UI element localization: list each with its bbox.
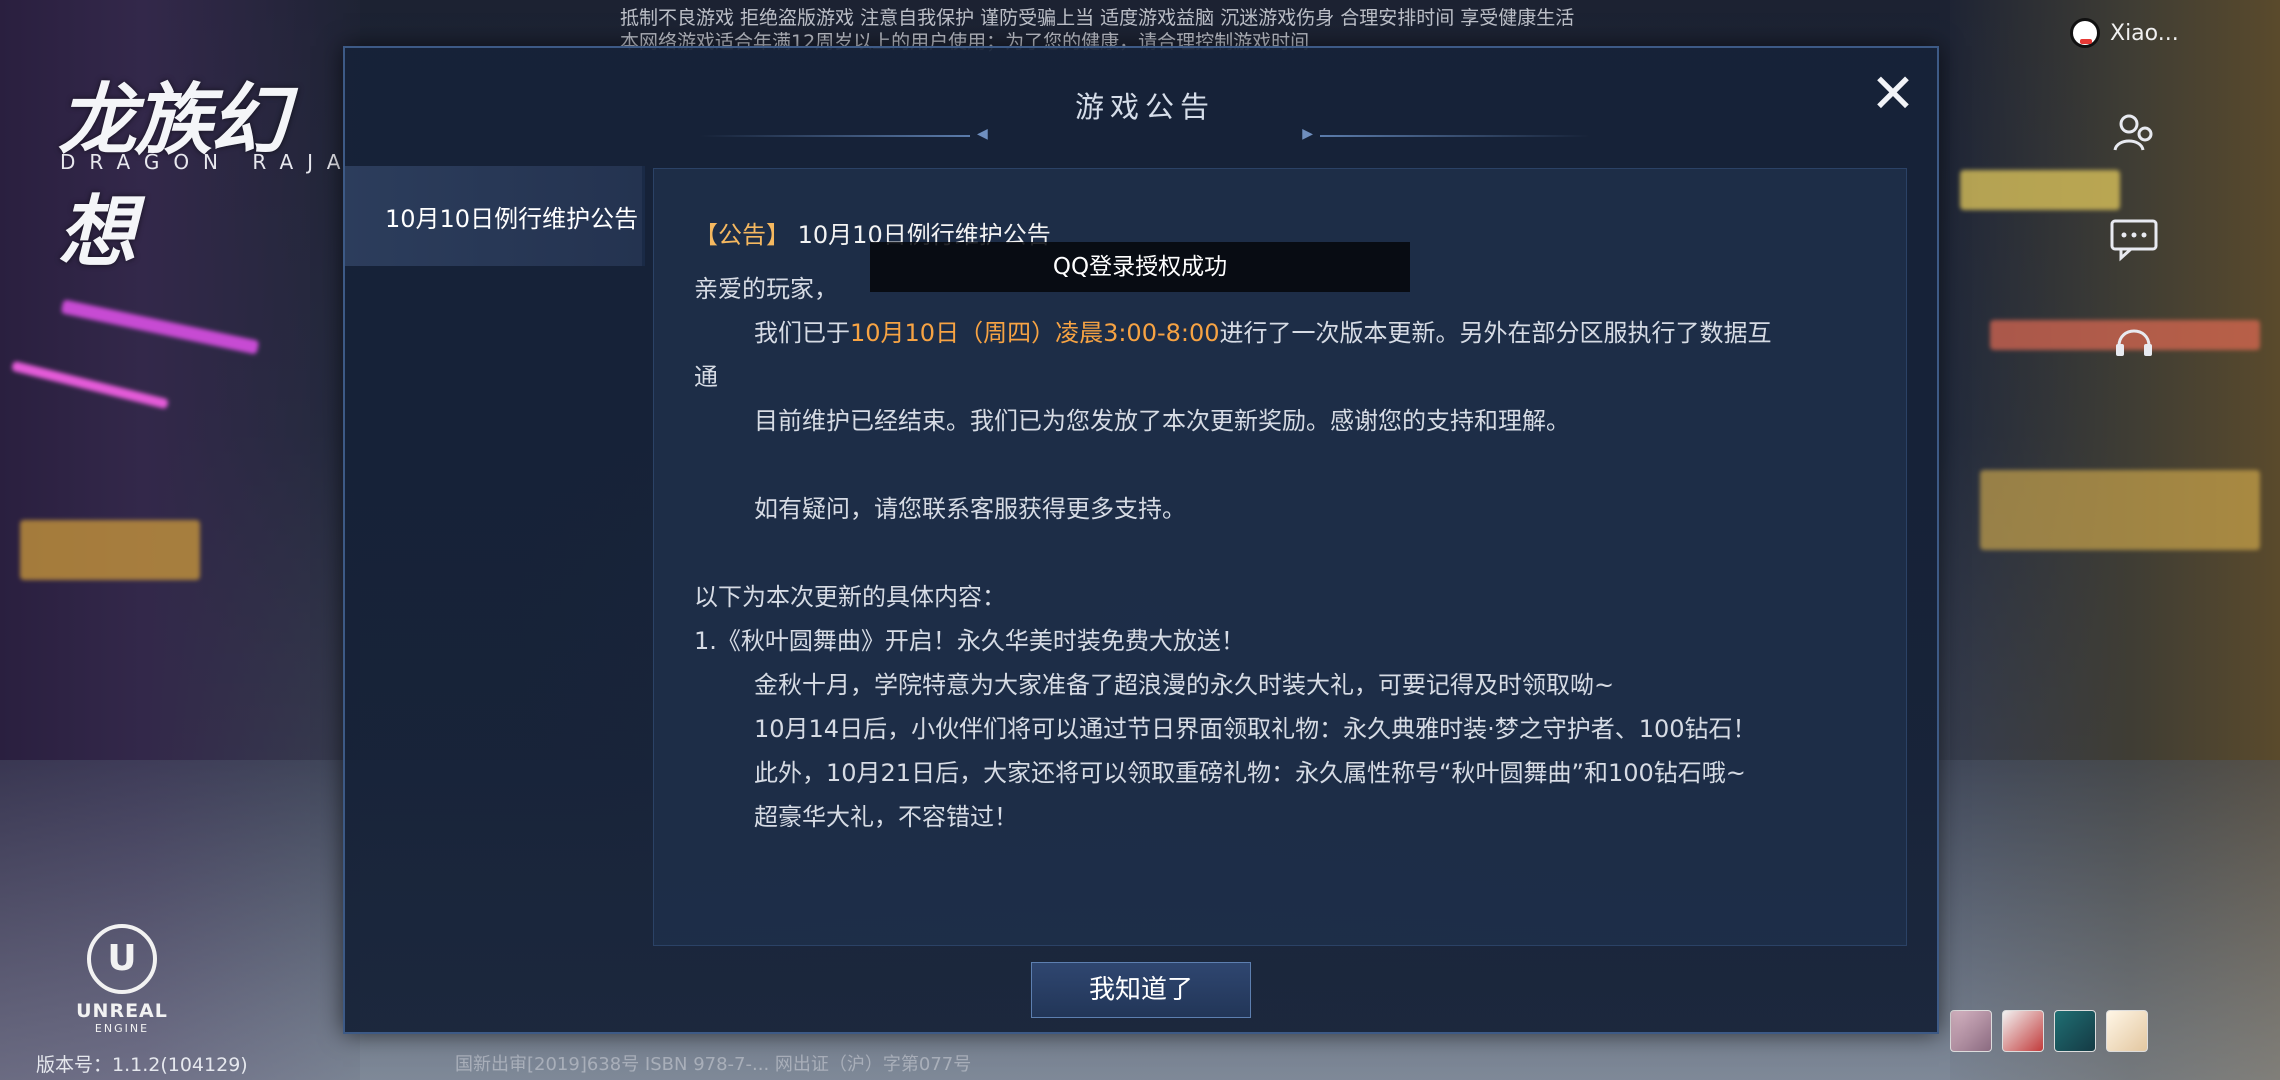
tab-maintenance-notice[interactable]: 10月10日例行维护公告: [345, 166, 645, 266]
update-list-intro: 以下为本次更新的具体内容：: [694, 583, 1006, 611]
neon-light: [1960, 170, 2120, 210]
qq-icon: [2070, 18, 2100, 48]
headset-icon[interactable]: [2108, 320, 2160, 372]
paragraph: 如有疑问，请您联系客服获得更多支持。: [754, 495, 1186, 523]
update-item-line: 10月14日后，小伙伴们将可以通过节日界面领取礼物：永久典雅时装·梦之守护者、1…: [754, 715, 1757, 743]
avatar[interactable]: [2054, 1010, 2096, 1052]
title-arrow-left-icon: ◀: [977, 126, 988, 142]
neon-light: [20, 520, 200, 580]
avatar[interactable]: [2002, 1010, 2044, 1052]
announcement-tab-list: 10月10日例行维护公告: [345, 166, 645, 266]
game-logo: 龙族幻想 DRAGON RAJA: [58, 76, 355, 278]
update-item-line: 金秋十月，学院特意为大家准备了超浪漫的永久时装大礼，可要记得及时领取呦~: [754, 671, 1615, 699]
tab-label: 10月10日例行维护公告: [385, 204, 639, 233]
dialog-header: ◀ 游戏公告 ▶: [700, 74, 1590, 142]
paragraph: 我们已于10月10日（周四）凌晨3:00-8:00进行了一次版本更新。另外在部分…: [754, 319, 1772, 347]
title-divider-left: [700, 135, 970, 137]
friends-icon[interactable]: [2108, 110, 2160, 162]
announcement-dialog: ◀ 游戏公告 ▶ ✕ 10月10日例行维护公告 【公告】 10月10日例行维护公…: [343, 46, 1939, 1034]
title-divider-right: [1320, 135, 1590, 137]
maintenance-time-highlight: 10月10日（周四）凌晨3:00-8:00: [850, 319, 1220, 347]
title-arrow-right-icon: ▶: [1302, 126, 1313, 142]
license-notice: 国新出审[2019]638号 ISBN 978-7-... 网出证（沪）字第07…: [455, 1054, 972, 1075]
version-label: 版本号：1.1.2(104129): [36, 1054, 248, 1076]
avatar[interactable]: [1950, 1010, 1992, 1052]
chat-icon[interactable]: [2108, 216, 2160, 268]
user-name: Xiao...: [2110, 20, 2179, 46]
update-item-title: 1.《秋叶圆舞曲》开启！永久华美时装免费大放送！: [694, 627, 1245, 655]
paragraph-wrap: 通: [694, 363, 718, 391]
confirm-button[interactable]: 我知道了: [1031, 962, 1251, 1018]
user-account[interactable]: Xiao...: [2070, 18, 2179, 48]
avatar[interactable]: [2106, 1010, 2148, 1052]
unreal-engine-logo: U UNREAL ENGINE: [66, 924, 178, 1035]
avatar-list: [1950, 1010, 2148, 1052]
paragraph: 目前维护已经结束。我们已为您发放了本次更新奖励。感谢您的支持和理解。: [754, 407, 1570, 435]
neon-light: [1980, 470, 2260, 550]
update-item-line: 此外，10月21日后，大家还将可以领取重磅礼物：永久属性称号“秋叶圆舞曲”和10…: [754, 759, 1746, 787]
login-success-toast: QQ登录授权成功: [870, 242, 1410, 292]
update-item-line: 超豪华大礼，不容错过！: [754, 803, 1018, 831]
dialog-title: 游戏公告: [1074, 90, 1215, 124]
close-icon[interactable]: ✕: [1867, 67, 1919, 122]
